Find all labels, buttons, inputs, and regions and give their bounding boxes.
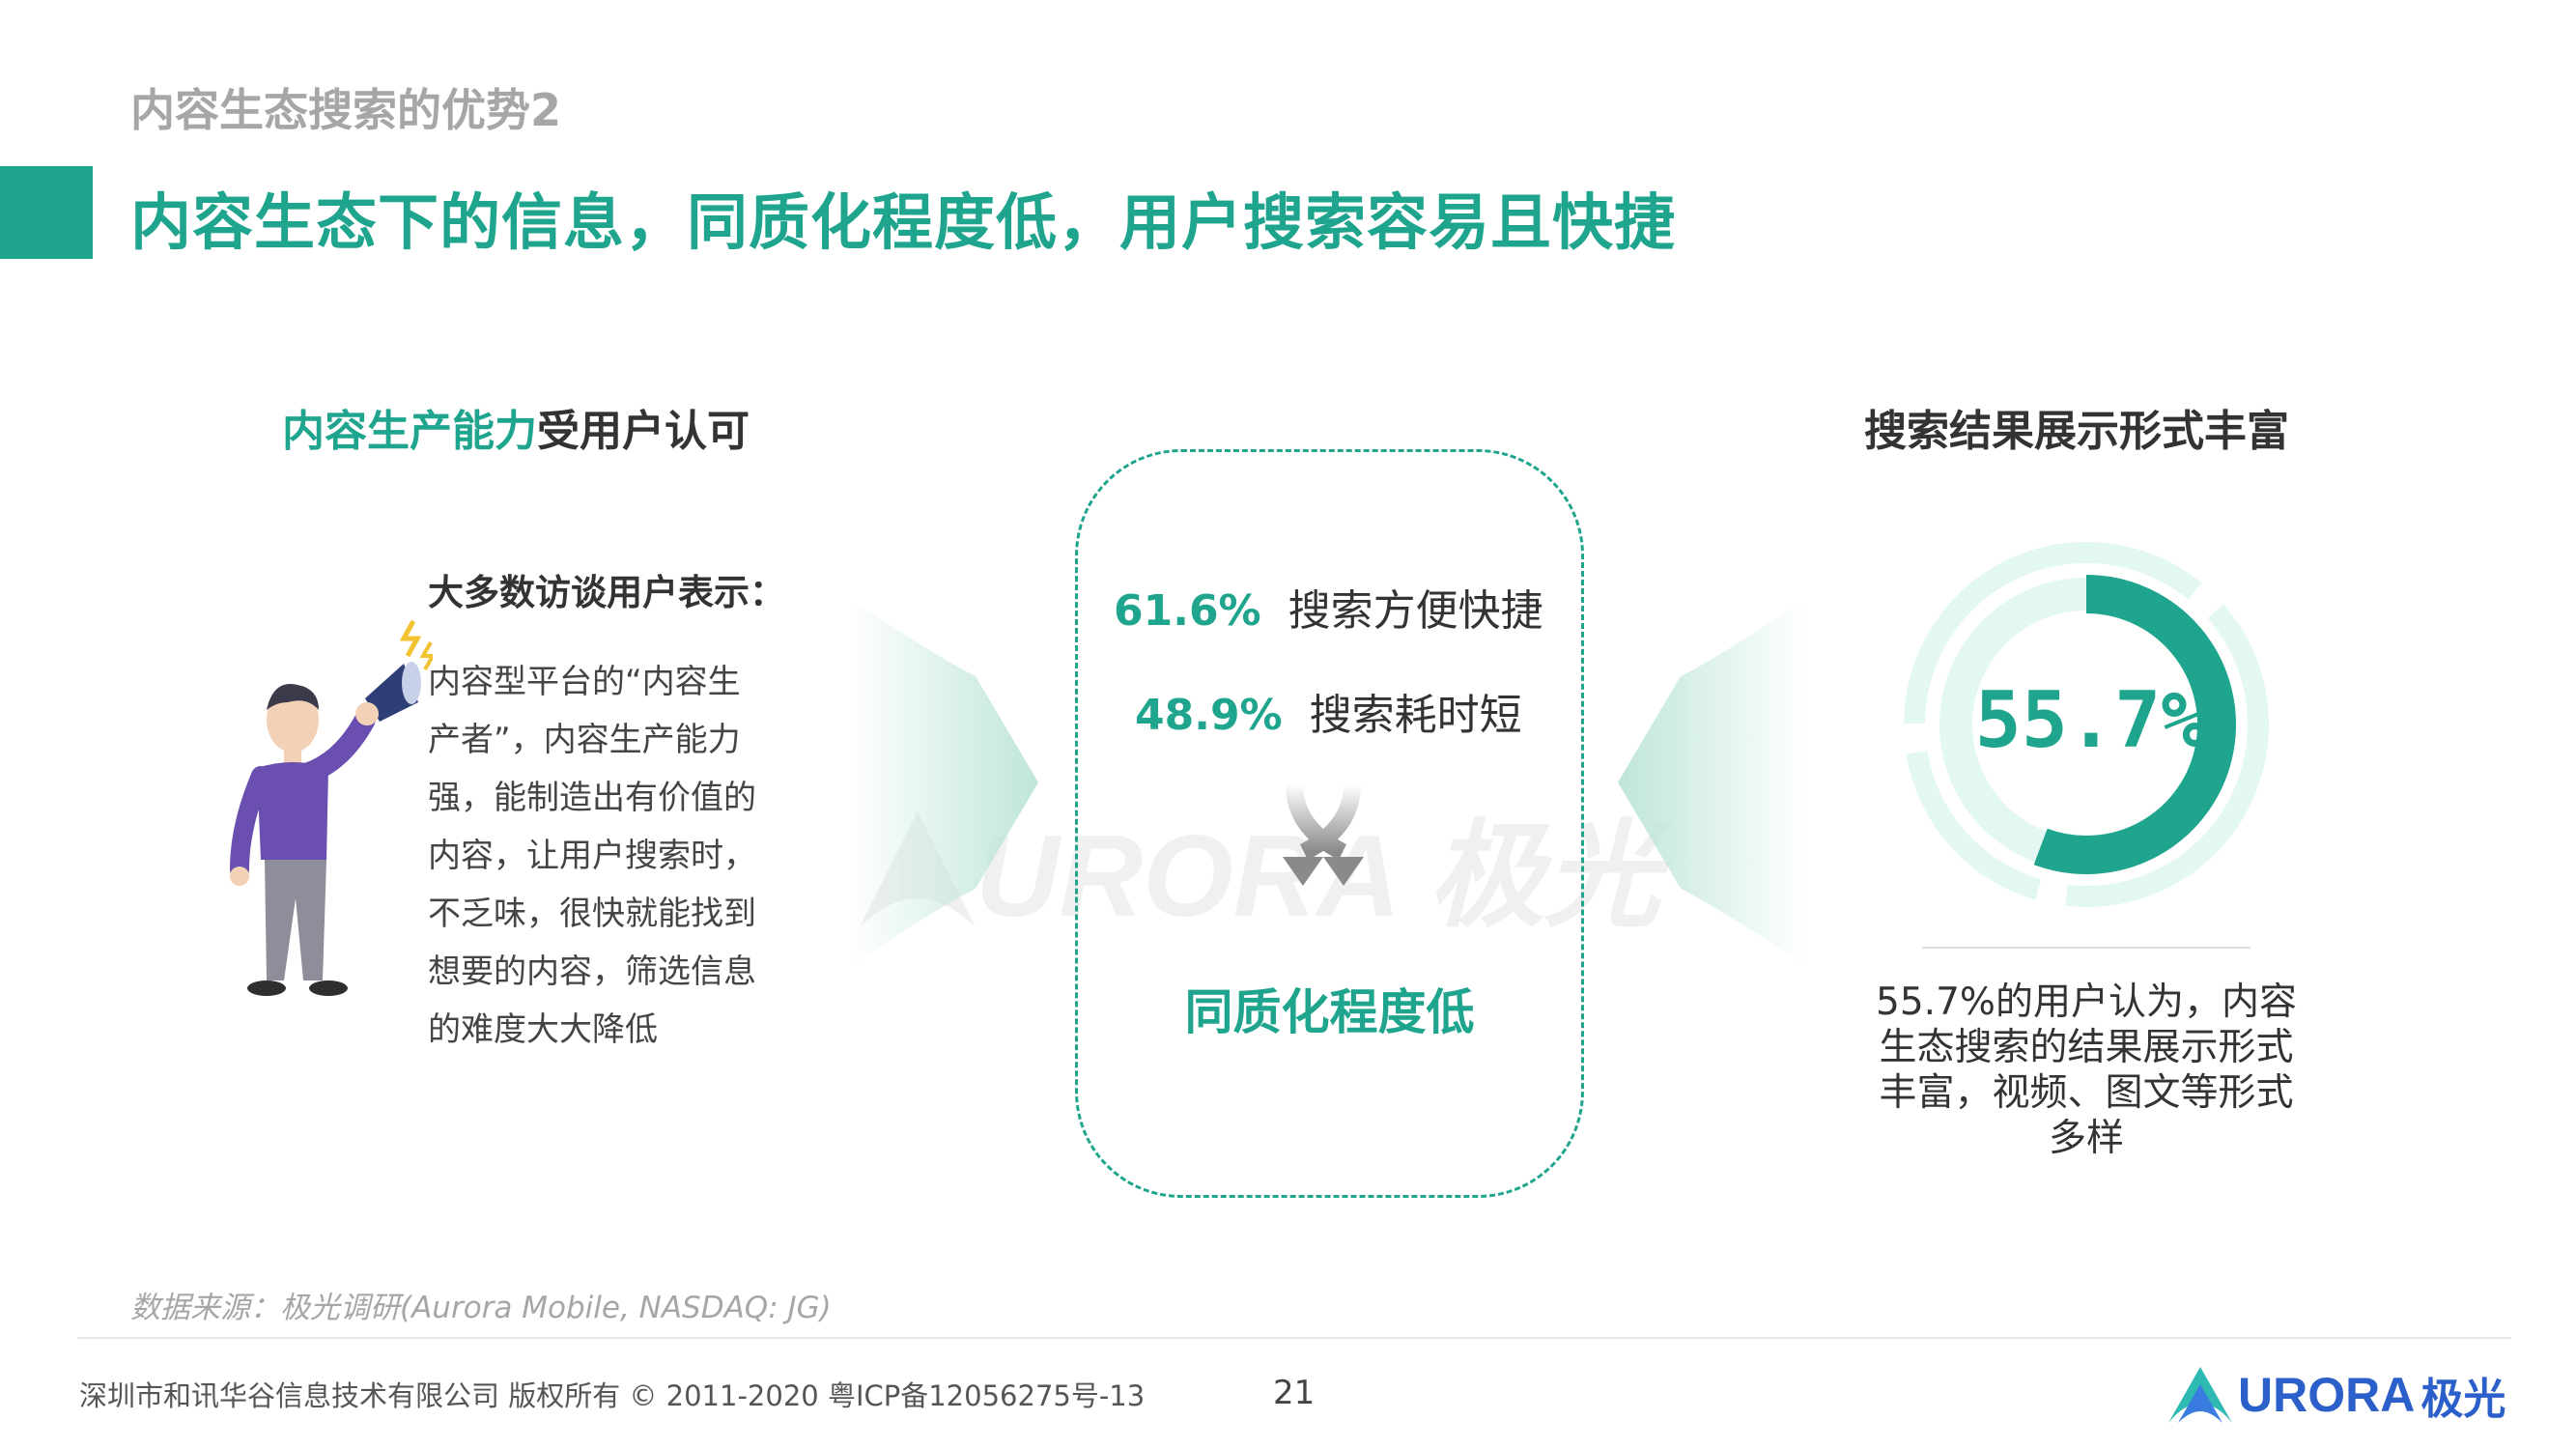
center-conclusion: 同质化程度低 bbox=[1184, 984, 1475, 1040]
left-body-line: 强，能制造出有价值的 bbox=[428, 779, 756, 817]
right-divider bbox=[1922, 947, 2250, 949]
page-title: 内容生态下的信息，同质化程度低，用户搜索容易且快捷 bbox=[130, 187, 1676, 258]
lightning-icon bbox=[399, 619, 422, 658]
aurora-logo: URORA 极光 bbox=[2166, 1364, 2505, 1426]
right-body-line: 生态搜索的结果展示形式 bbox=[1879, 1026, 2294, 1069]
left-arrow-icon bbox=[850, 599, 1038, 966]
person-megaphone-illustration bbox=[230, 619, 433, 996]
person-legs bbox=[265, 860, 326, 980]
left-body-line: 不乏味，很快就能找到 bbox=[428, 895, 756, 933]
right-heading: 搜索结果展示形式丰富 bbox=[1864, 407, 2289, 456]
aurora-logo-text: URORA bbox=[2238, 1368, 2416, 1422]
footer-copyright: 深圳市和讯华谷信息技术有限公司 版权所有 © 2011-2020 粤ICP备12… bbox=[79, 1379, 1146, 1412]
left-body-line: 想要的内容，筛选信息 bbox=[428, 952, 756, 991]
right-body-line: 55.7%的用户认为，内容 bbox=[1876, 980, 2297, 1024]
stat-label: 搜索耗时短 bbox=[1309, 691, 1522, 740]
stat-item: 61.6% 搜索方便快捷 bbox=[1114, 576, 1543, 638]
left-body-line: 的难度大大降低 bbox=[428, 1010, 658, 1049]
title-accent-bar bbox=[0, 166, 93, 259]
left-body-line: 内容，让用户搜索时， bbox=[428, 837, 756, 875]
right-body-text: 55.7%的用户认为，内容 生态搜索的结果展示形式 丰富，视频、图文等形式 多样 bbox=[1859, 980, 2313, 1161]
right-arrow-icon bbox=[1618, 599, 1806, 966]
stat-percent: 48.9% bbox=[1135, 691, 1283, 740]
left-body-text: 内容型平台的“内容生 产者”，内容生产能力 强，能制造出有价值的 内容，让用户搜… bbox=[428, 653, 776, 1059]
left-body-line: 内容型平台的“内容生 bbox=[428, 663, 741, 701]
left-heading: 内容生产能力受用户认可 bbox=[282, 396, 750, 458]
left-subheading: 大多数访谈用户表示： bbox=[428, 572, 785, 613]
stat-label: 搜索方便快捷 bbox=[1288, 586, 1543, 636]
stat-item: 48.9% 搜索耗时短 bbox=[1135, 680, 1522, 742]
stat-percent: 61.6% bbox=[1114, 586, 1261, 636]
left-body-line: 产者”，内容生产能力 bbox=[428, 721, 741, 759]
aurora-logo-cn: 极光 bbox=[2420, 1375, 2506, 1424]
data-source: 数据来源：极光调研(Aurora Mobile, NASDAQ: JG) bbox=[130, 1291, 832, 1325]
section-kicker: 内容生态搜索的优势2 bbox=[130, 84, 562, 136]
left-heading-rest: 受用户认可 bbox=[537, 407, 750, 456]
cross-down-arrows-icon bbox=[1283, 784, 1364, 886]
page-number: 21 bbox=[1273, 1374, 1316, 1412]
left-heading-highlight: 内容生产能力 bbox=[282, 407, 537, 456]
right-body-line: 多样 bbox=[2048, 1117, 2124, 1160]
footer-divider bbox=[77, 1337, 2511, 1339]
right-body-line: 丰富，视频、图文等形式 bbox=[1879, 1071, 2294, 1115]
donut-chart: 55.7% bbox=[1904, 542, 2269, 907]
aurora-logo-icon bbox=[2168, 1367, 2232, 1423]
donut-value-label: 55.7% bbox=[1975, 675, 2208, 765]
